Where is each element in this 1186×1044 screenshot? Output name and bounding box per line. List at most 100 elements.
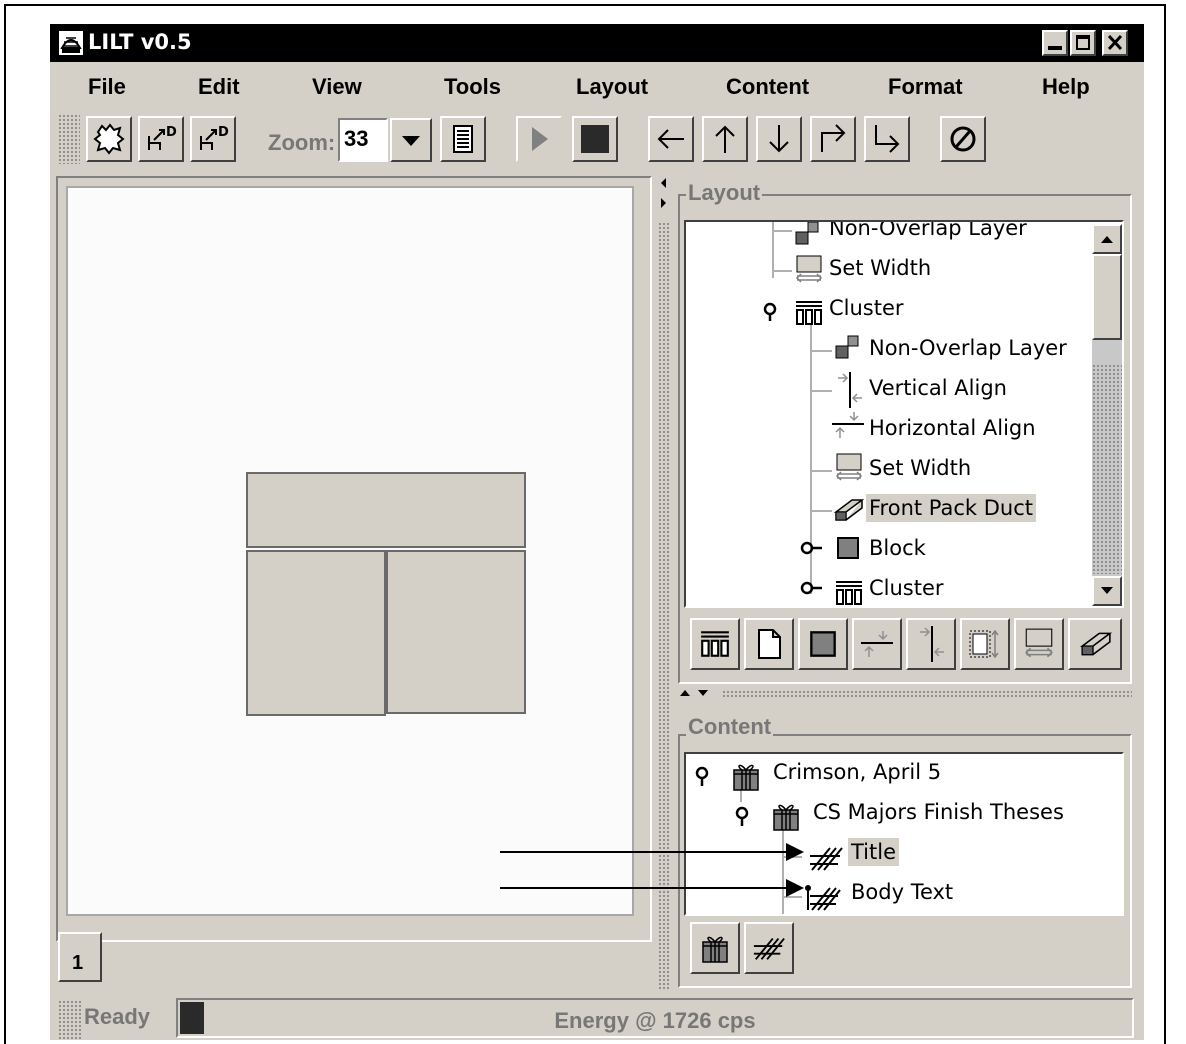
tree-item-label: Title bbox=[848, 838, 900, 866]
layout-tree-scrollbar[interactable] bbox=[1092, 224, 1122, 606]
layout-tree-item[interactable]: Non-Overlap Layer bbox=[826, 220, 1030, 240]
add-cluster-button[interactable] bbox=[690, 618, 740, 670]
canvas-panel bbox=[56, 176, 652, 942]
menu-help[interactable]: Help bbox=[1042, 74, 1090, 100]
toolbar: D D Zoom: 33 bbox=[50, 108, 1144, 170]
collapsed-handle-icon[interactable] bbox=[800, 540, 824, 556]
close-button[interactable] bbox=[1102, 30, 1128, 56]
page-tab[interactable]: 1 bbox=[58, 932, 102, 982]
tree-item-label: Cluster bbox=[869, 576, 944, 600]
layout-canvas[interactable] bbox=[66, 186, 634, 916]
vertical-splitter[interactable] bbox=[658, 176, 670, 990]
splitter-grip bbox=[658, 222, 670, 990]
add-set-width-button[interactable] bbox=[1014, 618, 1064, 670]
horizontal-splitter[interactable] bbox=[678, 688, 1136, 700]
page-icon bbox=[758, 629, 781, 659]
expanded-handle-icon[interactable] bbox=[762, 302, 782, 322]
title-block[interactable] bbox=[246, 472, 526, 548]
export-alt-icon: D bbox=[200, 125, 229, 150]
layout-tree-item-selected[interactable]: Front Pack Duct bbox=[866, 494, 1037, 522]
menu-tools[interactable]: Tools bbox=[444, 74, 501, 100]
scroll-thumb[interactable] bbox=[1092, 254, 1122, 340]
add-text-button[interactable] bbox=[744, 922, 794, 974]
layout-tree-item[interactable]: Non-Overlap Layer bbox=[866, 336, 1070, 360]
cluster-icon bbox=[796, 301, 822, 325]
layout-tree-item[interactable]: Cluster bbox=[866, 576, 947, 600]
add-horizontal-align-button[interactable] bbox=[852, 618, 902, 670]
cluster-icon bbox=[836, 581, 862, 605]
expanded-handle-icon[interactable] bbox=[694, 766, 714, 788]
enter-arrow-icon bbox=[875, 125, 900, 153]
app-logo-icon bbox=[59, 31, 83, 55]
layout-tree[interactable]: Non-Overlap Layer Set Width Cluster Non-… bbox=[684, 220, 1124, 608]
layout-tree-item[interactable]: Horizontal Align bbox=[866, 416, 1039, 440]
layout-tree-item[interactable]: Block bbox=[866, 536, 929, 560]
collapse-left-icon bbox=[661, 178, 666, 188]
nav-left-button[interactable] bbox=[648, 116, 694, 162]
stop-icon bbox=[581, 125, 609, 153]
menu-bar: File Edit View Tools Layout Content Form… bbox=[50, 64, 1144, 108]
add-vertical-align-button[interactable] bbox=[906, 618, 956, 670]
scroll-down-button[interactable] bbox=[1092, 576, 1122, 606]
export-button[interactable]: D bbox=[138, 116, 184, 162]
title-bar[interactable]: LILT v0.5 bbox=[50, 24, 1144, 62]
add-block-button[interactable] bbox=[798, 618, 848, 670]
tree-item-label: CS Majors Finish Theses bbox=[813, 800, 1064, 824]
content-tree-item[interactable]: Crimson, April 5 bbox=[770, 760, 944, 784]
menu-format[interactable]: Format bbox=[888, 74, 963, 100]
set-width-icon bbox=[795, 255, 823, 283]
new-layout-button[interactable] bbox=[86, 116, 132, 162]
nav-up-button[interactable] bbox=[702, 116, 748, 162]
right-column-block[interactable] bbox=[386, 550, 526, 714]
menu-layout[interactable]: Layout bbox=[576, 74, 648, 100]
zoom-input[interactable]: 33 bbox=[338, 118, 388, 162]
collapse-down-icon bbox=[698, 690, 708, 696]
layout-tree-item[interactable]: Set Width bbox=[866, 456, 974, 480]
tree-line bbox=[774, 230, 792, 232]
content-tree-item-selected[interactable]: Title bbox=[848, 838, 900, 866]
arrow-down-icon bbox=[769, 125, 789, 153]
layout-tree-item[interactable]: Cluster bbox=[826, 296, 907, 320]
play-button[interactable] bbox=[516, 116, 562, 162]
add-set-height-button[interactable] bbox=[960, 618, 1010, 670]
energy-label: Energy @ 1726 cps bbox=[554, 1008, 756, 1033]
content-tree-item[interactable]: Body Text bbox=[848, 880, 956, 904]
layout-tree-item[interactable]: Vertical Align bbox=[866, 376, 1010, 400]
tree-item-label: Set Width bbox=[869, 456, 972, 480]
nav-down-button[interactable] bbox=[756, 116, 802, 162]
menu-file[interactable]: File bbox=[88, 74, 126, 100]
stop-button[interactable] bbox=[572, 116, 618, 162]
export-alt-button[interactable]: D bbox=[190, 116, 236, 162]
maximize-icon bbox=[1076, 35, 1090, 50]
menu-edit[interactable]: Edit bbox=[198, 74, 240, 100]
content-tree[interactable]: Crimson, April 5 CS Majors Finish Theses… bbox=[684, 752, 1124, 916]
layout-tree-item[interactable]: Set Width bbox=[826, 256, 934, 280]
zoom-dropdown-button[interactable] bbox=[390, 118, 432, 162]
status-grip bbox=[58, 1000, 82, 1040]
add-page-button[interactable] bbox=[744, 618, 794, 670]
scroll-up-button[interactable] bbox=[1092, 224, 1122, 254]
left-column-block[interactable] bbox=[246, 550, 386, 716]
nav-redo-button[interactable] bbox=[810, 116, 856, 162]
maximize-button[interactable] bbox=[1070, 30, 1096, 56]
minimize-button[interactable] bbox=[1042, 30, 1068, 56]
cancel-button[interactable] bbox=[940, 116, 986, 162]
non-overlap-layer-icon bbox=[795, 222, 819, 245]
vertical-align-icon bbox=[920, 626, 944, 662]
arrow-up-icon bbox=[715, 125, 735, 153]
tree-item-label: Cluster bbox=[829, 296, 904, 320]
cluster-icon bbox=[701, 631, 729, 657]
toolbar-grip[interactable] bbox=[58, 114, 80, 164]
pack-duct-icon bbox=[1079, 632, 1112, 656]
horizontal-align-icon bbox=[832, 412, 864, 438]
collapsed-handle-icon[interactable] bbox=[800, 580, 824, 596]
page-view-button[interactable] bbox=[440, 116, 486, 162]
tree-item-label: Non-Overlap Layer bbox=[829, 220, 1027, 240]
menu-view[interactable]: View bbox=[312, 74, 362, 100]
nav-enter-button[interactable] bbox=[864, 116, 910, 162]
content-tree-item[interactable]: CS Majors Finish Theses bbox=[810, 800, 1067, 824]
add-content-group-button[interactable] bbox=[690, 922, 740, 974]
menu-content[interactable]: Content bbox=[726, 74, 809, 100]
add-pack-duct-button[interactable] bbox=[1068, 618, 1122, 670]
expanded-handle-icon[interactable] bbox=[734, 806, 754, 828]
